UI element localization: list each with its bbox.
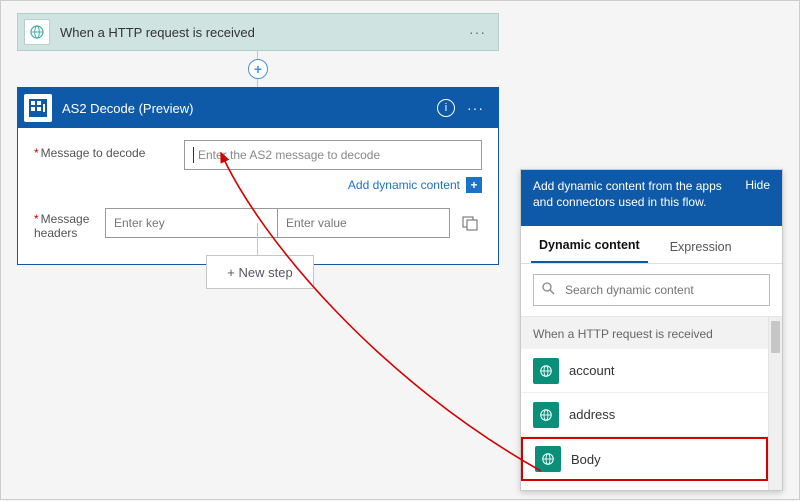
token-group-label: When a HTTP request is received <box>521 317 768 349</box>
switch-to-text-mode-icon[interactable] <box>458 215 482 231</box>
action-card-as2-decode: AS2 Decode (Preview) i ··· *Message to d… <box>17 87 499 265</box>
message-headers-label: *Message headers <box>34 206 105 240</box>
action-header[interactable]: AS2 Decode (Preview) i ··· <box>18 88 498 128</box>
new-step-button[interactable]: + New step <box>206 255 314 289</box>
http-token-icon <box>535 446 561 472</box>
token-address[interactable]: address <box>521 393 768 437</box>
add-dynamic-content-link[interactable]: Add dynamic content <box>348 178 460 192</box>
header-key-input[interactable] <box>106 209 278 237</box>
http-token-icon <box>533 358 559 384</box>
header-value-input[interactable] <box>278 209 449 237</box>
tab-dynamic-content[interactable]: Dynamic content <box>531 228 648 263</box>
search-icon <box>542 282 555 298</box>
info-icon[interactable]: i <box>437 99 455 117</box>
token-body[interactable]: Body <box>521 437 768 481</box>
add-dynamic-content-plus-icon[interactable]: + <box>466 177 482 193</box>
dynamic-content-panel: Add dynamic content from the apps and co… <box>520 169 783 491</box>
as2-connector-icon <box>24 94 52 122</box>
trigger-title: When a HTTP request is received <box>60 25 465 40</box>
scrollbar-track[interactable] <box>768 317 782 490</box>
message-placeholder: Enter the AS2 message to decode <box>198 148 380 162</box>
message-to-decode-input[interactable]: Enter the AS2 message to decode <box>184 140 482 170</box>
panel-heading: Add dynamic content from the apps and co… <box>533 178 739 218</box>
search-input[interactable] <box>563 282 761 298</box>
http-trigger-icon <box>24 19 50 45</box>
insert-step-button[interactable]: + <box>248 59 268 79</box>
panel-tabs: Dynamic content Expression <box>521 226 782 264</box>
token-label: account <box>569 363 615 378</box>
action-menu-button[interactable]: ··· <box>463 100 488 116</box>
message-to-decode-label: *Message to decode <box>34 140 184 160</box>
action-title: AS2 Decode (Preview) <box>62 101 437 116</box>
trigger-card[interactable]: When a HTTP request is received ··· <box>17 13 499 51</box>
hide-panel-link[interactable]: Hide <box>745 178 770 218</box>
token-label: Body <box>571 452 601 467</box>
http-token-icon <box>533 402 559 428</box>
scrollbar-thumb[interactable] <box>771 321 780 353</box>
trigger-menu-button[interactable]: ··· <box>465 24 490 40</box>
token-label: address <box>569 407 615 422</box>
tab-expression[interactable]: Expression <box>662 230 740 263</box>
search-dynamic-content[interactable] <box>533 274 770 306</box>
connector-line-2 <box>257 223 258 255</box>
token-account[interactable]: account <box>521 349 768 393</box>
